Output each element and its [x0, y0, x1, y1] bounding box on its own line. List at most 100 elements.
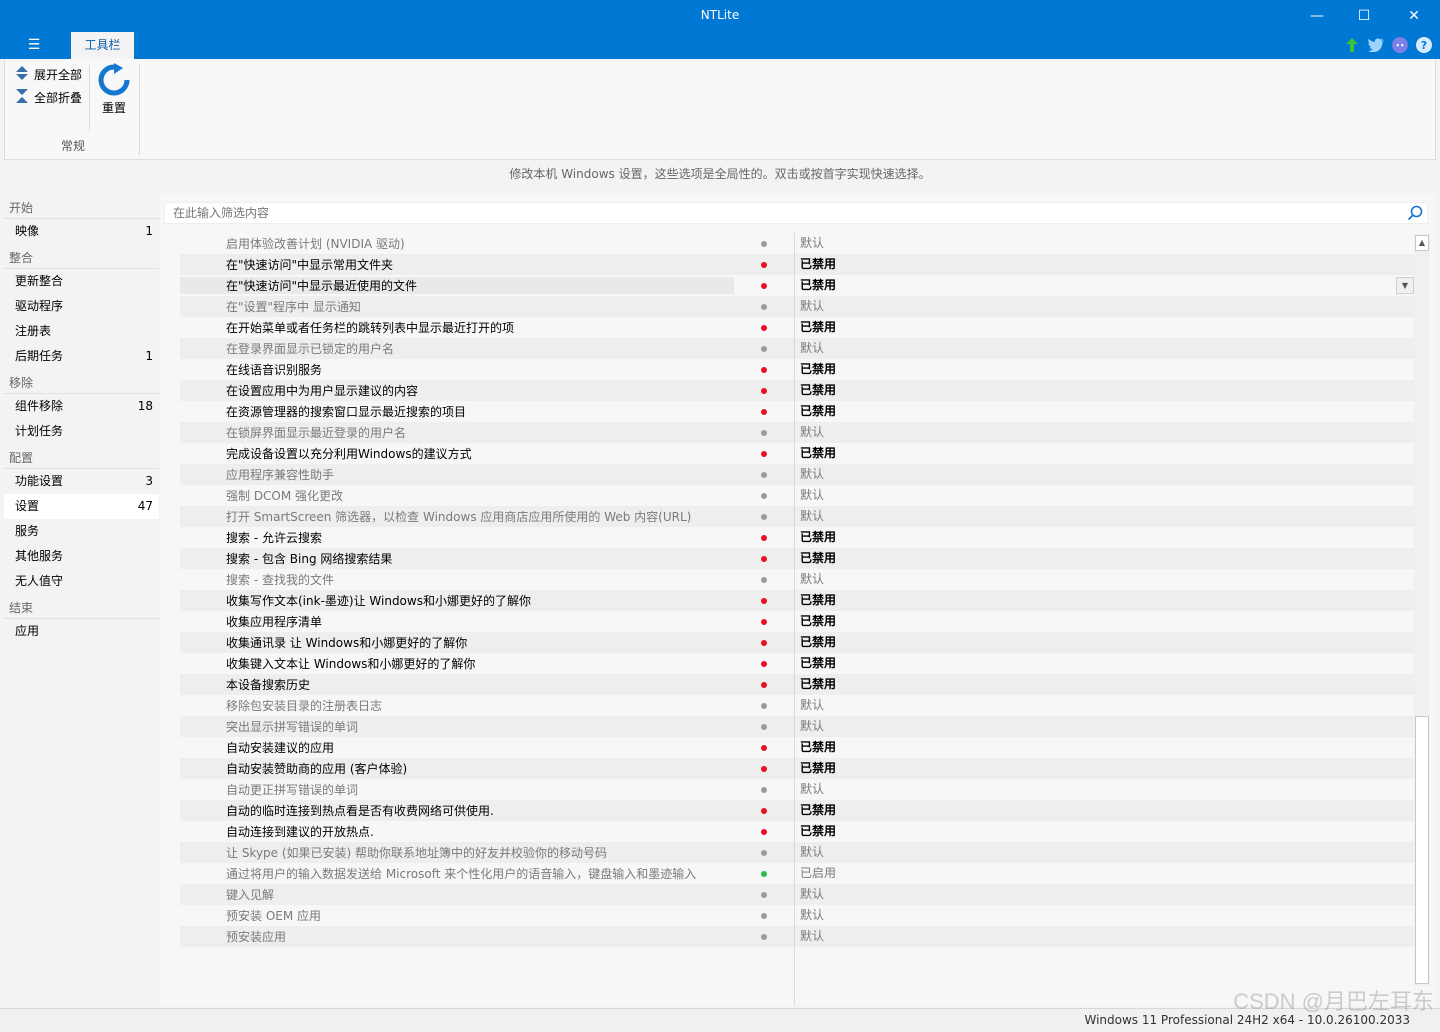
sidebar-item[interactable]: 计划任务 — [4, 419, 159, 444]
setting-value[interactable]: 已禁用 — [795, 359, 1414, 380]
setting-value[interactable]: 已禁用 — [795, 380, 1414, 401]
setting-row[interactable]: 应用程序兼容性助手 默认 — [180, 464, 1414, 485]
setting-value[interactable]: 默认 — [795, 905, 1414, 926]
search-icon[interactable] — [1407, 205, 1423, 224]
setting-value[interactable]: 默认 — [795, 296, 1414, 317]
sidebar-item[interactable]: 应用 — [4, 619, 159, 644]
setting-row[interactable]: 打开 SmartScreen 筛选器，以检查 Windows 应用商店应用所使用… — [180, 506, 1414, 527]
setting-row[interactable]: 搜索 - 查找我的文件 默认 — [180, 569, 1414, 590]
setting-row[interactable]: 在设置应用中为用户显示建议的内容 已禁用 — [180, 380, 1414, 401]
reset-button[interactable]: 重置 — [95, 63, 133, 116]
setting-value[interactable]: 默认 — [795, 506, 1414, 527]
setting-row[interactable]: 在锁屏界面显示最近登录的用户名 默认 — [180, 422, 1414, 443]
setting-row[interactable]: 搜索 - 包含 Bing 网络搜索结果 已禁用 — [180, 548, 1414, 569]
setting-row[interactable]: 自动安装建议的应用 已禁用 — [180, 737, 1414, 758]
setting-value[interactable]: 已禁用 — [795, 674, 1414, 695]
close-button[interactable]: ✕ — [1391, 0, 1437, 32]
sidebar-item[interactable]: 服务 — [4, 519, 159, 544]
setting-row[interactable]: 键入见解 默认 — [180, 884, 1414, 905]
setting-row[interactable]: 预安装应用 默认 — [180, 926, 1414, 947]
sidebar-item[interactable]: 设置 47 — [4, 494, 159, 519]
setting-value[interactable]: 已禁用 — [795, 632, 1414, 653]
scroll-up-button[interactable]: ▲ — [1415, 235, 1429, 251]
setting-row[interactable]: 自动连接到建议的开放热点. 已禁用 — [180, 821, 1414, 842]
sidebar-item[interactable]: 驱动程序 — [4, 294, 159, 319]
setting-value[interactable]: 默认 — [795, 569, 1414, 590]
setting-row[interactable]: 本设备搜索历史 已禁用 — [180, 674, 1414, 695]
setting-value[interactable]: 已禁用 — [795, 317, 1414, 338]
sidebar-item[interactable]: 组件移除 18 — [4, 394, 159, 419]
setting-row[interactable]: 预安装 OEM 应用 默认 — [180, 905, 1414, 926]
setting-value[interactable]: 已禁用 — [795, 737, 1414, 758]
setting-value[interactable]: 已禁用 — [795, 527, 1414, 548]
setting-row[interactable]: 强制 DCOM 强化更改 默认 — [180, 485, 1414, 506]
sidebar-item[interactable]: 功能设置 3 — [4, 469, 159, 494]
setting-row[interactable]: 在资源管理器的搜索窗口显示最近搜索的项目 已禁用 — [180, 401, 1414, 422]
setting-row[interactable]: 收集写作文本(ink-墨迹)让 Windows和小娜更好的了解你 已禁用 — [180, 590, 1414, 611]
setting-value[interactable]: 已禁用 — [795, 611, 1414, 632]
filter-input[interactable] — [165, 203, 1395, 223]
minimize-button[interactable]: — — [1294, 0, 1340, 32]
update-arrow-icon[interactable] — [1344, 37, 1360, 53]
expand-all-button[interactable]: 展开全部 — [15, 63, 82, 85]
setting-row[interactable]: 收集应用程序清单 已禁用 — [180, 611, 1414, 632]
setting-value[interactable]: 默认 — [795, 842, 1414, 863]
maximize-button[interactable]: ☐ — [1341, 0, 1387, 32]
setting-value[interactable]: 已禁用 — [795, 401, 1414, 422]
setting-value[interactable]: 默认 — [795, 464, 1414, 485]
setting-value[interactable]: 已禁用 — [795, 443, 1414, 464]
setting-row[interactable]: 收集通讯录 让 Windows和小娜更好的了解你 已禁用 — [180, 632, 1414, 653]
twitter-icon[interactable] — [1368, 37, 1384, 53]
setting-value[interactable]: 默认 — [795, 338, 1414, 359]
setting-row[interactable]: 在开始菜单或者任务栏的跳转列表中显示最近打开的项 已禁用 — [180, 317, 1414, 338]
setting-row[interactable]: 在"快速访问"中显示最近使用的文件 已禁用 ▼ — [180, 275, 1414, 296]
app-menu-button[interactable]: ☰ — [22, 35, 46, 55]
collapse-all-button[interactable]: 全部折叠 — [15, 86, 82, 108]
settings-list: 启用体验改善计划 (NVIDIA 驱动) 默认 在"快速访问"中显示常用文件夹 已禁用… — [180, 233, 1414, 947]
setting-row[interactable]: 完成设备设置以充分利用Windows的建议方式 已禁用 — [180, 443, 1414, 464]
help-icon[interactable]: ? — [1416, 37, 1432, 53]
sidebar-item[interactable]: 映像 1 — [4, 219, 159, 244]
sidebar-item[interactable]: 更新整合 — [4, 269, 159, 294]
setting-row[interactable]: 移除包安装目录的注册表日志 默认 — [180, 695, 1414, 716]
setting-value[interactable]: 默认 — [795, 485, 1414, 506]
setting-value[interactable]: 已启用 — [795, 863, 1414, 884]
setting-value[interactable]: 默认 — [795, 695, 1414, 716]
setting-row[interactable]: 突出显示拼写错误的单词 默认 — [180, 716, 1414, 737]
setting-value[interactable]: 已禁用 — [795, 800, 1414, 821]
setting-value[interactable]: 默认 — [795, 926, 1414, 947]
tab-toolbar[interactable]: 工具栏 — [71, 32, 134, 59]
setting-value[interactable]: 默认 — [795, 422, 1414, 443]
scroll-thumb[interactable] — [1415, 716, 1429, 984]
setting-value[interactable]: 已禁用 — [795, 758, 1414, 779]
setting-value[interactable]: 已禁用 — [795, 590, 1414, 611]
setting-row[interactable]: 搜索 - 允许云搜索 已禁用 — [180, 527, 1414, 548]
setting-row[interactable]: 在登录界面显示已锁定的用户名 默认 — [180, 338, 1414, 359]
setting-value[interactable]: 默认 — [795, 233, 1414, 254]
setting-row[interactable]: 自动安装赞助商的应用 (客户体验) 已禁用 — [180, 758, 1414, 779]
vertical-scrollbar[interactable]: ▲ — [1414, 234, 1430, 986]
setting-row[interactable]: 让 Skype (如果已安装) 帮助你联系地址簿中的好友并校验你的移动号码 默认 — [180, 842, 1414, 863]
sidebar-item[interactable]: 其他服务 — [4, 544, 159, 569]
setting-row[interactable]: 自动的临时连接到热点看是否有收费网络可供使用. 已禁用 — [180, 800, 1414, 821]
setting-row[interactable]: 收集键入文本让 Windows和小娜更好的了解你 已禁用 — [180, 653, 1414, 674]
setting-row[interactable]: 通过将用户的输入数据发送给 Microsoft 来个性化用户的语音输入，键盘输入… — [180, 863, 1414, 884]
setting-value[interactable]: 已禁用 — [795, 653, 1414, 674]
sidebar-item[interactable]: 后期任务 1 — [4, 344, 159, 369]
setting-row[interactable]: 自动更正拼写错误的单词 默认 — [180, 779, 1414, 800]
dropdown-arrow-icon[interactable]: ▼ — [1396, 277, 1414, 294]
setting-value[interactable]: 默认 — [795, 716, 1414, 737]
setting-value[interactable]: 默认 — [795, 884, 1414, 905]
setting-value[interactable]: 已禁用 — [795, 821, 1414, 842]
setting-row[interactable]: 在"快速访问"中显示常用文件夹 已禁用 — [180, 254, 1414, 275]
setting-row[interactable]: 在"设置"程序中 显示通知 默认 — [180, 296, 1414, 317]
sidebar-item[interactable]: 注册表 — [4, 319, 159, 344]
setting-value[interactable]: 已禁用 — [795, 548, 1414, 569]
sidebar-item[interactable]: 无人值守 — [4, 569, 159, 594]
setting-row[interactable]: 在线语音识别服务 已禁用 — [180, 359, 1414, 380]
setting-value[interactable]: 已禁用 — [795, 254, 1414, 275]
setting-value[interactable]: 默认 — [795, 779, 1414, 800]
setting-row[interactable]: 启用体验改善计划 (NVIDIA 驱动) 默认 — [180, 233, 1414, 254]
discord-icon[interactable] — [1392, 37, 1408, 53]
setting-value[interactable]: 已禁用 ▼ — [795, 275, 1414, 296]
